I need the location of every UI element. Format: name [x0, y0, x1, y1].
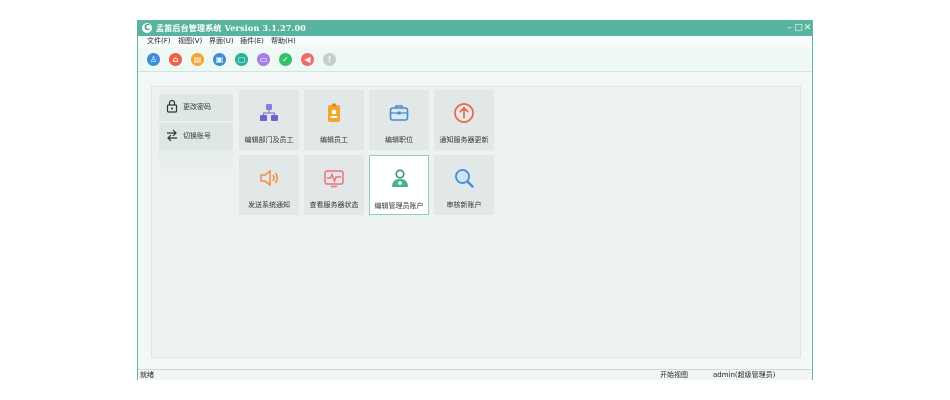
tile-label: 编辑员工 — [320, 136, 348, 144]
tile-review-new-accounts[interactable]: 审核新账户 — [434, 155, 494, 215]
menu-plugins[interactable]: 插件(E) — [240, 37, 264, 46]
menu-interface[interactable]: 界面(U) — [209, 37, 234, 46]
briefcase-icon — [388, 102, 410, 124]
status-ready: 就绪 — [140, 371, 154, 379]
status-bar: 就绪 开始视图 admin(超级管理员) — [138, 369, 812, 380]
home-icon[interactable]: ⌂ — [169, 53, 182, 66]
switch-account-label: 切换账号 — [183, 132, 211, 140]
badge-icon — [323, 102, 345, 124]
tile-edit-employees[interactable]: 编辑员工 — [304, 90, 364, 150]
tile-view-server-status[interactable]: 查看服务器状态 — [304, 155, 364, 215]
upload-icon — [453, 102, 475, 124]
change-password-button[interactable]: 更改密码 — [159, 94, 233, 121]
tile-notify-server-update[interactable]: 通知服务器更新 — [434, 90, 494, 150]
title-bar[interactable]: C 孟笛后台管理系统 Version 3.1.27.00 – □ ✕ — [138, 21, 812, 36]
status-user: admin(超级管理员) — [713, 371, 776, 379]
tile-label: 编辑部门及员工 — [244, 136, 294, 144]
sidebar-spacer — [159, 150, 233, 180]
switch-account-button[interactable]: 切换账号 — [159, 123, 233, 150]
menu-help[interactable]: 帮助(H) — [271, 37, 296, 46]
tile-label: 发送系统通知 — [248, 201, 290, 209]
app-logo-icon: C — [142, 23, 152, 33]
document-icon[interactable]: ▤ — [191, 53, 204, 66]
menu-file[interactable]: 文件(F) — [147, 37, 171, 46]
menu-view[interactable]: 视图(V) — [178, 37, 202, 46]
switch-arrows-icon — [166, 128, 178, 145]
toolbar: ♙ ⌂ ▤ ▣ ▢ ▭ ✓ ◀! — [138, 47, 812, 72]
app-window: C 孟笛后台管理系统 Version 3.1.27.00 – □ ✕ 文件(F)… — [137, 20, 813, 380]
tile-label: 编辑管理员账户 — [374, 202, 424, 210]
tile-edit-positions[interactable]: 编辑职位 — [369, 90, 429, 150]
check-icon[interactable]: ✓ — [279, 53, 292, 66]
speaker-icon — [258, 167, 280, 189]
id-card-icon[interactable]: ▣ — [213, 53, 226, 66]
lock-icon — [166, 99, 178, 116]
contact-icon[interactable]: ▢ — [235, 53, 248, 66]
monitor-pulse-icon — [323, 167, 345, 189]
status-current-view: 开始视图 — [660, 371, 688, 379]
admin-user-icon — [389, 168, 411, 190]
minimize-button[interactable]: – — [785, 22, 794, 34]
info-icon[interactable]: ! — [323, 53, 336, 66]
maximize-button[interactable]: □ — [794, 22, 803, 34]
close-button[interactable]: ✕ — [803, 22, 812, 34]
tile-label: 审核新账户 — [446, 201, 482, 209]
window-title: 孟笛后台管理系统 Version 3.1.27.00 — [156, 23, 306, 33]
tile-edit-admin-account[interactable]: 编辑管理员账户 — [369, 155, 429, 215]
menu-bar: 文件(F) 视图(V) 界面(U) 插件(E) 帮助(H) — [138, 36, 812, 47]
tile-label: 通知服务器更新 — [439, 136, 489, 144]
speaker-icon[interactable]: ◀ — [301, 53, 314, 66]
main-panel: 更改密码 切换账号 编辑部门及员工 编辑员工 编辑职位 通知服务器更新 发送系统… — [151, 86, 801, 358]
tile-edit-departments[interactable]: 编辑部门及员工 — [239, 90, 299, 150]
org-chart-icon — [258, 102, 280, 124]
magnifier-icon — [453, 167, 475, 189]
user-icon[interactable]: ♙ — [147, 53, 160, 66]
change-password-label: 更改密码 — [183, 103, 211, 111]
tile-label: 编辑职位 — [385, 136, 413, 144]
tile-send-system-notice[interactable]: 发送系统通知 — [239, 155, 299, 215]
keyboard-icon[interactable]: ▭ — [257, 53, 270, 66]
tile-label: 查看服务器状态 — [309, 201, 359, 209]
